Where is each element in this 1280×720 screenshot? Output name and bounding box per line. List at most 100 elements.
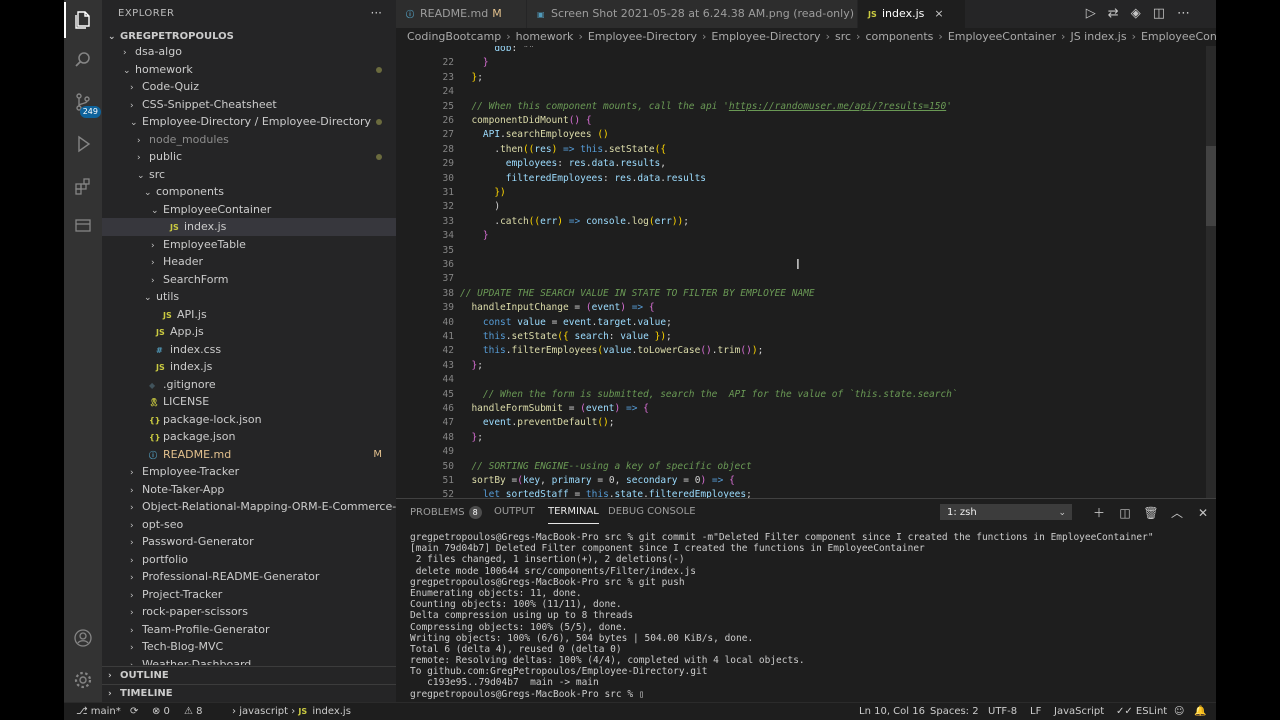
close-tab-icon[interactable]: × xyxy=(934,7,943,20)
line-number: 52 xyxy=(442,489,454,498)
more-actions-icon[interactable]: ··· xyxy=(371,6,382,20)
folder-item[interactable]: › Note-Taker-App xyxy=(102,481,396,499)
tab-screenshot[interactable]: ▣ Screen Shot 2021-05-28 at 6.24.38 AM.pn… xyxy=(527,0,866,28)
extensions-icon[interactable] xyxy=(71,174,95,198)
breadcrumb-item[interactable]: EmployeeContainer xyxy=(1141,30,1216,43)
breadcrumb-item[interactable]: JS index.js xyxy=(1070,30,1126,43)
breadcrumb-item[interactable]: CodingBootcamp xyxy=(407,30,501,43)
folder-item[interactable]: › portfolio xyxy=(102,551,396,569)
folder-item[interactable]: ›Weather-Dashboard xyxy=(102,656,396,666)
code-text: // When this component mounts, call the … xyxy=(471,100,952,112)
open-changes-icon[interactable]: ◈ xyxy=(1131,6,1153,21)
file-item[interactable]: ⓘ README.md M xyxy=(102,446,396,464)
remote-explorer-icon[interactable] xyxy=(71,214,95,238)
tab-problems[interactable]: PROBLEMS 8 xyxy=(410,506,482,519)
breadcrumb-item[interactable]: Employee-Directory xyxy=(711,30,820,43)
folder-item[interactable]: ⌄ utils xyxy=(102,288,396,306)
eslint-status[interactable]: ✓✓ ESLint xyxy=(1116,703,1167,720)
folder-item[interactable]: › Employee-Tracker xyxy=(102,463,396,481)
code-editor[interactable]: I dob: "" 22 } 23 }; 24 25 // When this comp… xyxy=(396,46,1216,498)
folder-item[interactable]: ⌄ components xyxy=(102,183,396,201)
indentation[interactable]: Spaces: 2 xyxy=(930,703,979,720)
folder-item[interactable]: › Professional-README-Generator xyxy=(102,568,396,586)
code-text: }; xyxy=(471,431,483,443)
notifications-icon[interactable]: 🔔 xyxy=(1194,703,1206,720)
terminal-output[interactable]: gregpetropoulos@Gregs-MacBook-Pro src % … xyxy=(410,532,1154,700)
folder-item[interactable]: › dsa-algo xyxy=(102,43,396,61)
split-editor-icon[interactable]: ◫ xyxy=(1153,6,1177,21)
close-panel-icon[interactable]: ✕ xyxy=(1190,506,1216,520)
split-terminal-icon[interactable]: ◫ xyxy=(1112,506,1138,520)
folder-item[interactable]: ⌄ Employee-Directory / Employee-Directory xyxy=(102,113,396,131)
folder-item[interactable]: › node_modules xyxy=(102,131,396,149)
file-item[interactable]: {} package-lock.json xyxy=(102,411,396,429)
encoding[interactable]: UTF-8 xyxy=(988,703,1017,720)
folder-item[interactable]: › Project-Tracker xyxy=(102,586,396,604)
kill-terminal-icon[interactable]: 🗑 xyxy=(1138,506,1164,520)
folder-item[interactable]: › rock-paper-scissors xyxy=(102,603,396,621)
search-icon[interactable] xyxy=(71,48,95,72)
feedback-icon[interactable]: ☺ xyxy=(1174,703,1184,720)
tab-output[interactable]: OUTPUT xyxy=(494,506,535,517)
file-item[interactable]: JS index.js xyxy=(102,358,396,376)
sync-icon[interactable]: ⟳ xyxy=(130,703,138,720)
folder-item[interactable]: › CSS-Snippet-Cheatsheet xyxy=(102,96,396,114)
breadcrumb-item[interactable]: EmployeeContainer xyxy=(948,30,1056,43)
folder-item[interactable]: › opt-seo xyxy=(102,516,396,534)
file-item[interactable]: JS index.js xyxy=(102,218,396,236)
language-mode[interactable]: JavaScript xyxy=(1054,703,1104,720)
more-actions-icon[interactable]: ⋯ xyxy=(1177,6,1202,21)
tree-item-label: Employee-Tracker xyxy=(142,465,240,478)
code-text: }) xyxy=(494,187,506,198)
file-item[interactable]: 🎗 LICENSE xyxy=(102,393,396,411)
folder-item[interactable]: › Password-Generator xyxy=(102,533,396,551)
scm-badge: 249 xyxy=(79,106,101,118)
folder-item[interactable]: › Tech-Blog-MVC xyxy=(102,638,396,656)
run-debug-icon[interactable] xyxy=(71,132,95,156)
explorer-icon[interactable] xyxy=(64,2,95,38)
run-icon[interactable]: ▷ xyxy=(1086,6,1108,21)
tab-readme[interactable]: ⓘ README.md M xyxy=(396,0,527,28)
breadcrumb-item[interactable]: homework xyxy=(516,30,574,43)
tab-index-js[interactable]: JS index.js × xyxy=(858,0,966,28)
folder-item[interactable]: ⌄ src xyxy=(102,166,396,184)
folder-item[interactable]: ⌄ homework xyxy=(102,61,396,79)
breadcrumb-item[interactable]: Employee-Directory xyxy=(588,30,697,43)
outline-section[interactable]: › OUTLINE xyxy=(102,666,396,684)
folder-item[interactable]: › Code-Quiz xyxy=(102,78,396,96)
file-item[interactable]: ◆ .gitignore xyxy=(102,376,396,394)
folder-item[interactable]: › Header xyxy=(102,253,396,271)
file-item[interactable]: # index.css xyxy=(102,341,396,359)
status-breadcrumb[interactable]: › javascript › JS index.js xyxy=(232,703,351,720)
tree-item-label: Weather-Dashboard xyxy=(142,657,252,666)
terminal-shell-select[interactable]: 1: zsh ⌄ xyxy=(940,504,1072,520)
account-icon[interactable] xyxy=(71,626,95,650)
timeline-section[interactable]: › TIMELINE xyxy=(102,684,396,702)
editor-scrollbar[interactable] xyxy=(1206,46,1216,498)
breadcrumb-item[interactable]: src xyxy=(835,30,851,43)
tab-debug-console[interactable]: DEBUG CONSOLE xyxy=(608,506,696,517)
folder-item[interactable]: › Team-Profile-Generator xyxy=(102,621,396,639)
scroll-thumb[interactable] xyxy=(1206,146,1216,226)
tab-terminal[interactable]: TERMINAL xyxy=(548,506,599,524)
breadcrumb-item[interactable]: components xyxy=(865,30,933,43)
folder-item[interactable]: › EmployeeTable xyxy=(102,236,396,254)
new-terminal-icon[interactable]: ＋ xyxy=(1086,504,1112,521)
source-control-icon[interactable]: 249 xyxy=(71,90,101,118)
folder-item[interactable]: › Object-Relational-Mapping-ORM-E-Commerc… xyxy=(102,498,396,516)
cursor-position[interactable]: Ln 10, Col 16 xyxy=(859,703,925,720)
compare-icon[interactable]: ⇄ xyxy=(1108,6,1131,21)
warnings-count[interactable]: ⚠ 8 xyxy=(184,703,203,720)
folder-item[interactable]: ⌄ EmployeeContainer xyxy=(102,201,396,219)
code-text: handleFormSubmit = (event) => { xyxy=(471,403,649,414)
line-ending[interactable]: LF xyxy=(1030,703,1041,720)
folder-item[interactable]: › SearchForm xyxy=(102,271,396,289)
file-item[interactable]: JS API.js xyxy=(102,306,396,324)
branch-indicator[interactable]: ⎇ main* xyxy=(76,703,121,720)
errors-count[interactable]: ⊗ 0 xyxy=(152,703,170,720)
folder-item[interactable]: › public xyxy=(102,148,396,166)
maximize-panel-icon[interactable]: ︿ xyxy=(1164,504,1190,521)
manage-gear-icon[interactable] xyxy=(71,668,95,692)
file-item[interactable]: {} package.json xyxy=(102,428,396,446)
file-item[interactable]: JS App.js xyxy=(102,323,396,341)
